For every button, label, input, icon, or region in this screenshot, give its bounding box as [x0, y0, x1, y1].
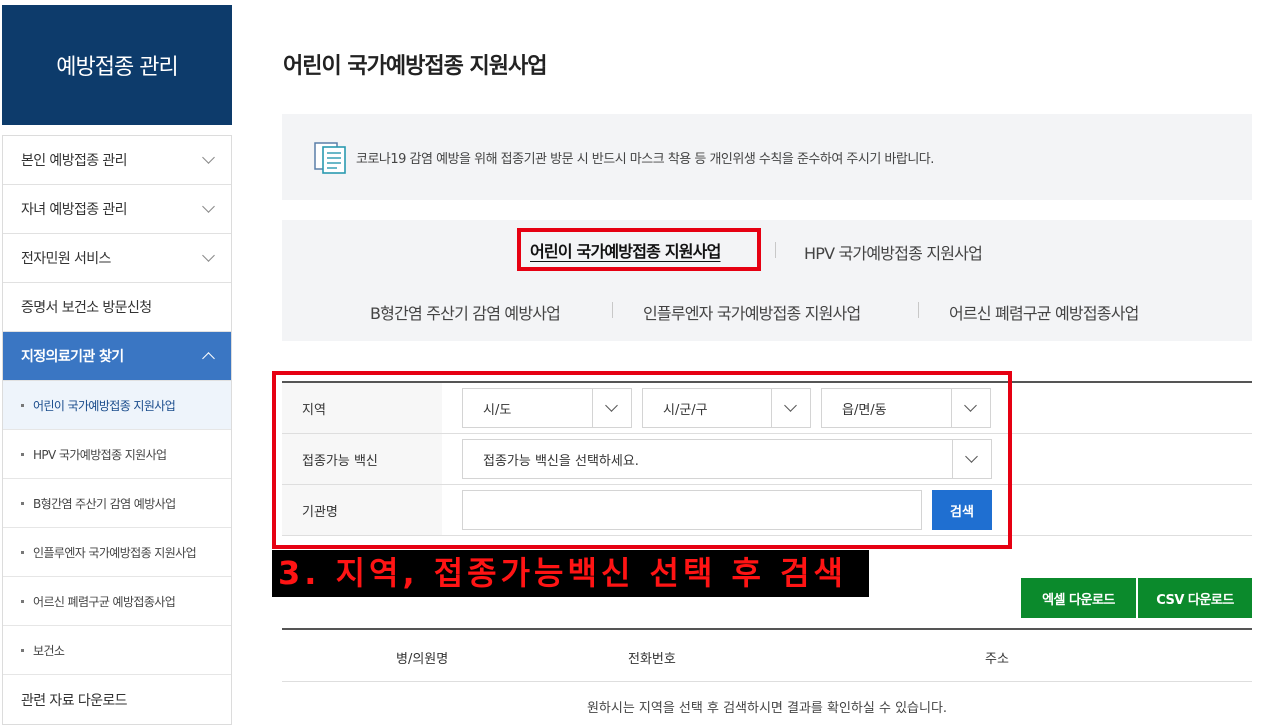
sidebar-subitem-pneumococcal[interactable]: 어르신 폐렴구균 예방접종사업 — [3, 577, 231, 626]
tab-influenza[interactable]: 인플루엔자 국가예방접종 지원사업 — [643, 300, 861, 324]
sidebar-subitem-hpv[interactable]: HPV 국가예방접종 지원사업 — [3, 430, 231, 479]
chevron-up-icon — [202, 352, 215, 365]
bullet-icon — [21, 648, 24, 652]
sidebar-subitem-hepatitis-b[interactable]: B형간염 주산기 감염 예방사업 — [3, 479, 231, 528]
document-icon — [314, 142, 346, 174]
page-title: 어린이 국가예방접종 지원사업 — [283, 54, 547, 79]
csv-download-button[interactable]: CSV 다운로드 — [1138, 578, 1252, 618]
chevron-down-icon — [202, 151, 215, 164]
sidebar-header: 예방접종 관리 — [2, 5, 232, 125]
sidebar-item-label: 관련 자료 다운로드 — [21, 692, 128, 709]
sidebar-subitem-health-center[interactable]: 보건소 — [3, 626, 231, 675]
sidebar-item-label: 지정의료기관 찾기 — [21, 349, 124, 365]
sidebar-item-child-vaccination[interactable]: 자녀 예방접종 관리 — [3, 185, 231, 234]
sidebar-item-find-clinic[interactable]: 지정의료기관 찾기 — [3, 332, 231, 381]
bullet-icon — [21, 452, 24, 456]
sidebar-item-certificate-visit[interactable]: 증명서 보건소 방문신청 — [3, 283, 231, 332]
sidebar-title: 예방접종 관리 — [56, 55, 178, 80]
sidebar-subitem-influenza[interactable]: 인플루엔자 국가예방접종 지원사업 — [3, 528, 231, 577]
tab-pneumococcal[interactable]: 어르신 폐렴구균 예방접종사업 — [949, 300, 1139, 324]
column-phone: 전화번호 — [628, 652, 676, 667]
chevron-down-icon — [202, 249, 215, 262]
sidebar-item-my-vaccination[interactable]: 본인 예방접종 관리 — [3, 136, 231, 185]
sidebar-item-label: 증명서 보건소 방문신청 — [21, 300, 152, 316]
tab-divider — [612, 302, 613, 318]
sidebar-menu: 본인 예방접종 관리 자녀 예방접종 관리 전자민원 서비스 증명서 보건소 방… — [2, 135, 232, 725]
tab-divider — [775, 242, 776, 258]
result-table: 병/의원명 전화번호 주소 원하시는 지역을 선택 후 검색하시면 결과를 확인… — [282, 628, 1252, 725]
bullet-icon — [21, 599, 24, 603]
instruction-annotation: 3. 지역, 접종가능백신 선택 후 검색 — [272, 550, 869, 597]
sidebar-subitem-label: B형간염 주산기 감염 예방사업 — [33, 496, 176, 511]
sidebar-item-downloads[interactable]: 관련 자료 다운로드 — [3, 675, 231, 724]
sidebar-item-label: 전자민원 서비스 — [21, 251, 111, 267]
bullet-icon — [21, 501, 24, 505]
sidebar-subitem-label: 어르신 폐렴구균 예방접종사업 — [33, 594, 176, 609]
sidebar-subitem-child[interactable]: 어린이 국가예방접종 지원사업 — [3, 381, 231, 430]
notice-text: 코로나19 감염 예방을 위해 접종기관 방문 시 반드시 마스크 착용 등 개… — [356, 151, 934, 167]
sidebar-item-label: 자녀 예방접종 관리 — [21, 202, 128, 218]
bullet-icon — [21, 550, 24, 554]
sidebar-item-label: 본인 예방접종 관리 — [21, 153, 128, 169]
tab-divider — [918, 302, 919, 318]
table-header: 병/의원명 전화번호 주소 — [282, 630, 1252, 682]
empty-result-message: 원하시는 지역을 선택 후 검색하시면 결과를 확인하실 수 있습니다. — [586, 700, 948, 716]
bullet-icon — [21, 403, 24, 407]
chevron-down-icon — [202, 200, 215, 213]
tab-hepatitis-b[interactable]: B형간염 주산기 감염 예방사업 — [370, 300, 561, 324]
sidebar-subitem-label: 인플루엔자 국가예방접종 지원사업 — [33, 545, 197, 560]
sidebar-subitem-label: 보건소 — [33, 643, 65, 658]
sidebar-item-e-civil-service[interactable]: 전자민원 서비스 — [3, 234, 231, 283]
excel-download-button[interactable]: 엑셀 다운로드 — [1021, 578, 1136, 618]
column-address: 주소 — [985, 652, 1009, 667]
column-hospital-name: 병/의원명 — [396, 652, 449, 667]
sidebar-subitem-label: 어린이 국가예방접종 지원사업 — [33, 398, 176, 413]
tab-hpv[interactable]: HPV 국가예방접종 지원사업 — [804, 240, 983, 264]
form-highlight-box — [272, 371, 1012, 549]
tab-highlight-box — [517, 228, 761, 271]
program-tabs: 어린이 국가예방접종 지원사업 HPV 국가예방접종 지원사업 B형간염 주산기… — [282, 220, 1252, 341]
sidebar-subitem-label: HPV 국가예방접종 지원사업 — [33, 447, 167, 462]
notice-banner: 코로나19 감염 예방을 위해 접종기관 방문 시 반드시 마스크 착용 등 개… — [282, 114, 1252, 200]
